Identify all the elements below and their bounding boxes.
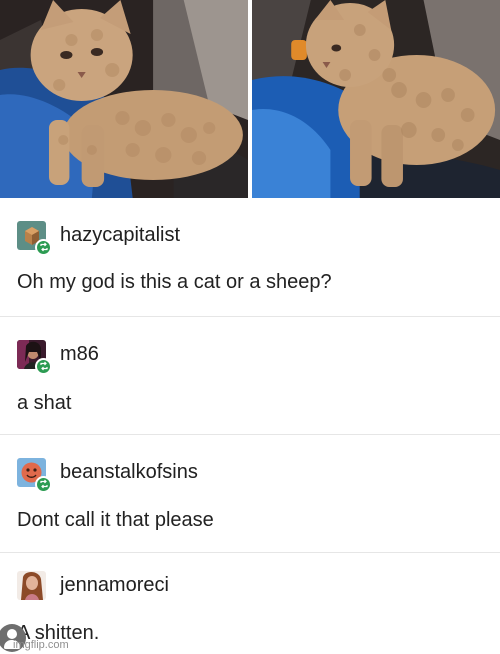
post-header: jennamoreci (17, 568, 169, 602)
reblog-icon (35, 475, 52, 493)
post-message: a shat (17, 392, 72, 414)
post-message: Oh my god is this a cat or a sheep? (17, 271, 332, 293)
cube-avatar-icon[interactable] (17, 220, 52, 256)
post-4: jennamoreci A shitten. (0, 552, 500, 654)
post-header: hazycapitalist (17, 218, 180, 256)
username[interactable]: hazycapitalist (60, 223, 180, 247)
username[interactable]: beanstalkofsins (60, 460, 198, 484)
reblog-thread: hazycapitalist Oh my god is this a cat o… (0, 198, 500, 654)
curly-cat-photo-left (0, 0, 248, 198)
watermark-text: imgflip.com (13, 639, 69, 651)
tumblr-post-screenshot: hazycapitalist Oh my god is this a cat o… (0, 0, 500, 654)
username[interactable]: m86 (60, 342, 99, 366)
post-message: Dont call it that please (17, 509, 214, 531)
post-header: m86 (17, 337, 99, 375)
post-2: m86 a shat (0, 316, 500, 434)
reblog-icon (35, 357, 52, 375)
post-header: beanstalkofsins (17, 455, 198, 493)
post-1: hazycapitalist Oh my god is this a cat o… (0, 198, 500, 316)
person-photo-avatar-icon[interactable] (17, 570, 46, 600)
photo-row (0, 0, 500, 198)
curly-cat-photo-right (252, 0, 500, 198)
reblog-icon (35, 238, 52, 256)
post-3: beanstalkofsins Dont call it that please (0, 434, 500, 552)
person-photo-avatar-icon[interactable] (17, 339, 52, 375)
username[interactable]: jennamoreci (60, 573, 169, 597)
smiley-avatar-icon[interactable] (17, 457, 52, 493)
